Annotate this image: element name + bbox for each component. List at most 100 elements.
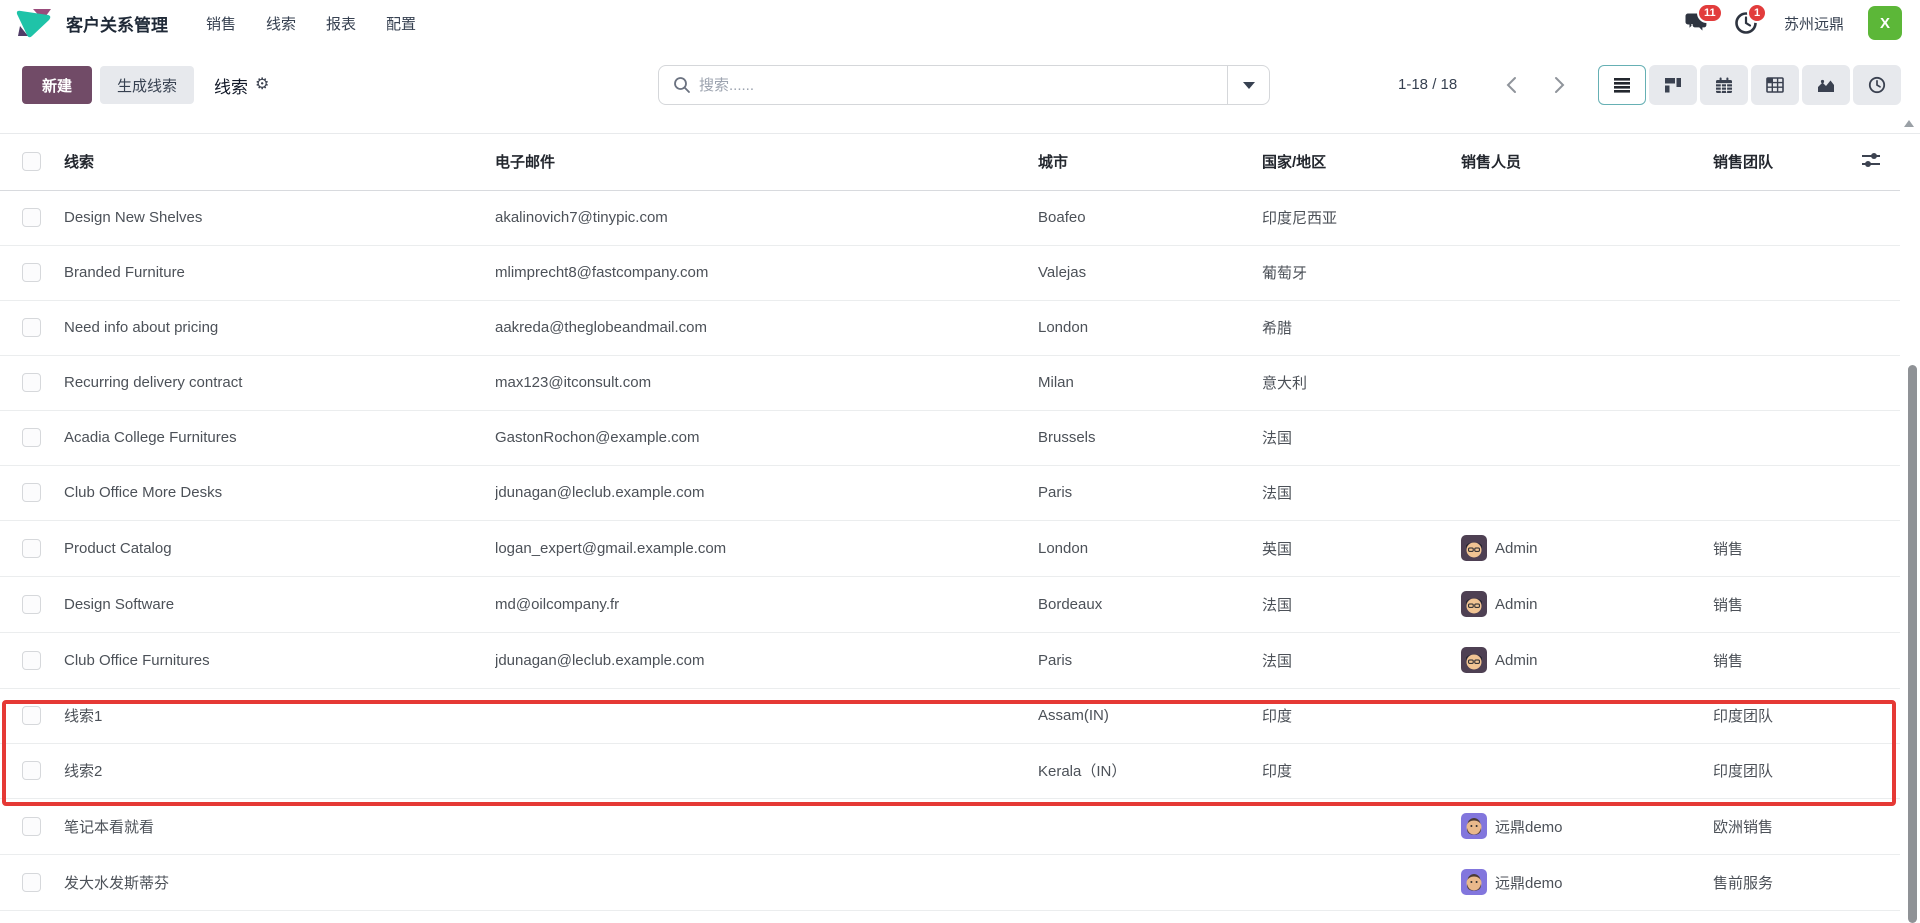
list-view-button[interactable] <box>1598 65 1646 105</box>
pivot-view-button[interactable] <box>1751 65 1799 105</box>
user-avatar[interactable]: X <box>1868 6 1902 40</box>
generate-leads-button[interactable]: 生成线索 <box>100 66 194 104</box>
lead-salesperson <box>1461 245 1713 300</box>
pager-previous-button[interactable] <box>1492 65 1530 105</box>
menu-leads[interactable]: 线索 <box>266 13 296 34</box>
optional-columns-icon[interactable] <box>1860 151 1882 169</box>
lead-name: Design Software <box>64 576 495 632</box>
lead-name: Need info about pricing <box>64 300 495 355</box>
lead-name: Club Office Furnitures <box>64 632 495 688</box>
chevron-down-icon <box>1243 82 1255 89</box>
table-row[interactable]: Design Software md@oilcompany.fr Bordeau… <box>0 576 1900 632</box>
lead-country: 印度 <box>1262 688 1461 743</box>
messages-button[interactable]: 11 <box>1684 11 1710 35</box>
search-dropdown-toggle[interactable] <box>1227 66 1269 104</box>
column-header-lead[interactable]: 线索 <box>64 134 495 190</box>
leads-table: 线索 电子邮件 城市 国家/地区 销售人员 销售团队 Design New Sh… <box>0 134 1900 911</box>
column-header-country[interactable]: 国家/地区 <box>1262 134 1461 190</box>
table-row[interactable]: Club Office More Desks jdunagan@leclub.e… <box>0 465 1900 520</box>
control-panel: 新建 生成线索 线索 ⚙ 1-18 / 18 <box>0 46 1920 113</box>
menu-reports[interactable]: 报表 <box>326 13 356 34</box>
lead-email <box>495 854 1038 910</box>
row-checkbox[interactable] <box>22 539 41 558</box>
column-header-email[interactable]: 电子邮件 <box>495 134 1038 190</box>
lead-name: Product Catalog <box>64 520 495 576</box>
search-icon <box>673 76 691 94</box>
menu-config[interactable]: 配置 <box>386 13 416 34</box>
lead-city: Milan <box>1038 355 1262 410</box>
column-header-team[interactable]: 销售团队 <box>1713 134 1860 190</box>
lead-country: 印度尼西亚 <box>1262 190 1461 245</box>
kanban-view-icon <box>1664 77 1682 93</box>
table-row[interactable]: Need info about pricing aakreda@theglobe… <box>0 300 1900 355</box>
table-row[interactable]: 笔记本看就看 远鼎demo 欧洲销售 <box>0 798 1900 854</box>
row-checkbox[interactable] <box>22 651 41 670</box>
activity-view-icon <box>1868 76 1886 94</box>
lead-team <box>1713 190 1860 245</box>
table-row[interactable]: Acadia College Furnitures GastonRochon@e… <box>0 410 1900 465</box>
row-checkbox[interactable] <box>22 318 41 337</box>
table-row[interactable]: 线索1 Assam(IN) 印度 印度团队 <box>0 688 1900 743</box>
lead-city: Paris <box>1038 632 1262 688</box>
lead-country <box>1262 798 1461 854</box>
row-checkbox[interactable] <box>22 208 41 227</box>
lead-salesperson <box>1461 688 1713 743</box>
column-header-city[interactable]: 城市 <box>1038 134 1262 190</box>
lead-team: 销售 <box>1713 632 1860 688</box>
chevron-right-icon <box>1554 76 1565 94</box>
row-checkbox[interactable] <box>22 428 41 447</box>
table-row[interactable]: Recurring delivery contract max123@itcon… <box>0 355 1900 410</box>
company-name[interactable]: 苏州远鼎 <box>1784 13 1844 34</box>
table-row[interactable]: 发大水发斯蒂芬 远鼎demo 售前服务 <box>0 854 1900 910</box>
salesperson-avatar <box>1461 591 1487 617</box>
row-checkbox[interactable] <box>22 817 41 836</box>
scrollbar-up-arrow[interactable] <box>1904 120 1914 127</box>
row-checkbox[interactable] <box>22 873 41 892</box>
row-checkbox[interactable] <box>22 706 41 725</box>
lead-name: Acadia College Furnitures <box>64 410 495 465</box>
row-checkbox[interactable] <box>22 595 41 614</box>
row-checkbox[interactable] <box>22 761 41 780</box>
row-checkbox[interactable] <box>22 483 41 502</box>
kanban-view-button[interactable] <box>1649 65 1697 105</box>
row-checkbox[interactable] <box>22 373 41 392</box>
column-header-salesperson[interactable]: 销售人员 <box>1461 134 1713 190</box>
search-input[interactable] <box>699 77 1227 94</box>
lead-email: logan_expert@gmail.example.com <box>495 520 1038 576</box>
table-row[interactable]: Club Office Furnitures jdunagan@leclub.e… <box>0 632 1900 688</box>
page-title: 线索 <box>214 73 248 98</box>
row-checkbox[interactable] <box>22 263 41 282</box>
activities-button[interactable]: 1 <box>1734 11 1760 35</box>
lead-salesperson <box>1461 465 1713 520</box>
view-settings-gear-icon[interactable]: ⚙ <box>255 77 269 93</box>
pager-next-button[interactable] <box>1540 65 1578 105</box>
app-title[interactable]: 客户关系管理 <box>66 11 168 36</box>
calendar-view-button[interactable] <box>1700 65 1748 105</box>
select-all-checkbox[interactable] <box>22 152 41 171</box>
table-row[interactable]: Design New Shelves akalinovich7@tinypic.… <box>0 190 1900 245</box>
table-row[interactable]: Product Catalog logan_expert@gmail.examp… <box>0 520 1900 576</box>
pager-range: 1-18 / 18 <box>1398 65 1457 105</box>
menu-sales[interactable]: 销售 <box>206 13 236 34</box>
search-bar <box>658 65 1270 105</box>
lead-salesperson <box>1461 190 1713 245</box>
messages-badge: 11 <box>1697 3 1723 23</box>
top-navbar: 客户关系管理 销售 线索 报表 配置 11 1 苏州远鼎 X <box>0 0 1920 46</box>
graph-view-button[interactable] <box>1802 65 1850 105</box>
lead-name: 线索1 <box>64 688 495 743</box>
lead-city: London <box>1038 520 1262 576</box>
lead-city: Boafeo <box>1038 190 1262 245</box>
lead-salesperson: Admin <box>1461 520 1713 576</box>
chevron-left-icon <box>1506 76 1517 94</box>
activity-view-button[interactable] <box>1853 65 1901 105</box>
lead-city: Bordeaux <box>1038 576 1262 632</box>
lead-name: Design New Shelves <box>64 190 495 245</box>
new-button[interactable]: 新建 <box>22 66 92 104</box>
table-row[interactable]: 线索2 Kerala（IN） 印度 印度团队 <box>0 743 1900 798</box>
table-row[interactable]: Branded Furniture mlimprecht8@fastcompan… <box>0 245 1900 300</box>
scrollbar-thumb[interactable] <box>1908 365 1917 923</box>
lead-city <box>1038 798 1262 854</box>
crm-app-icon[interactable] <box>12 6 56 40</box>
navbar-right: 11 1 苏州远鼎 X <box>1684 6 1902 40</box>
lead-salesperson <box>1461 300 1713 355</box>
